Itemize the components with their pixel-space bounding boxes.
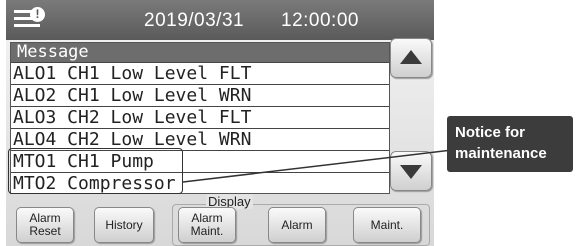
maintenance-callout: Notice for maintenance: [447, 116, 573, 172]
date-display: 2019/03/31: [144, 10, 245, 31]
alarm-maint-button[interactable]: Alarm Maint.: [178, 207, 236, 243]
list-item[interactable]: ALO1 CH1 Low Level FLT: [11, 62, 389, 84]
message-list[interactable]: Message ALO1 CH1 Low Level FLT ALO2 CH1 …: [10, 42, 390, 194]
message-list-header: Message: [11, 43, 389, 62]
maint-button[interactable]: Maint.: [353, 207, 421, 243]
list-item[interactable]: MTO1 CH1 Pump: [11, 150, 389, 172]
alarm-button[interactable]: Alarm: [268, 207, 326, 243]
list-item[interactable]: MTO2 Compressor: [11, 172, 389, 194]
status-bar: ! 2019/03/31 12:00:00: [6, 0, 434, 40]
alarm-reset-button[interactable]: Alarm Reset: [16, 207, 74, 243]
time-display: 12:00:00: [281, 10, 359, 31]
list-item[interactable]: ALO4 CH2 Low Level WRN: [11, 128, 389, 150]
triangle-up-icon: [400, 50, 422, 64]
scroll-down-button[interactable]: [390, 151, 432, 191]
alert-badge-icon: !: [30, 7, 45, 22]
triangle-down-icon: [400, 165, 422, 179]
history-button[interactable]: History: [94, 207, 154, 243]
scroll-up-button[interactable]: [390, 38, 432, 78]
list-item[interactable]: ALO3 CH2 Low Level FLT: [11, 106, 389, 128]
list-item[interactable]: ALO2 CH1 Low Level WRN: [11, 84, 389, 106]
